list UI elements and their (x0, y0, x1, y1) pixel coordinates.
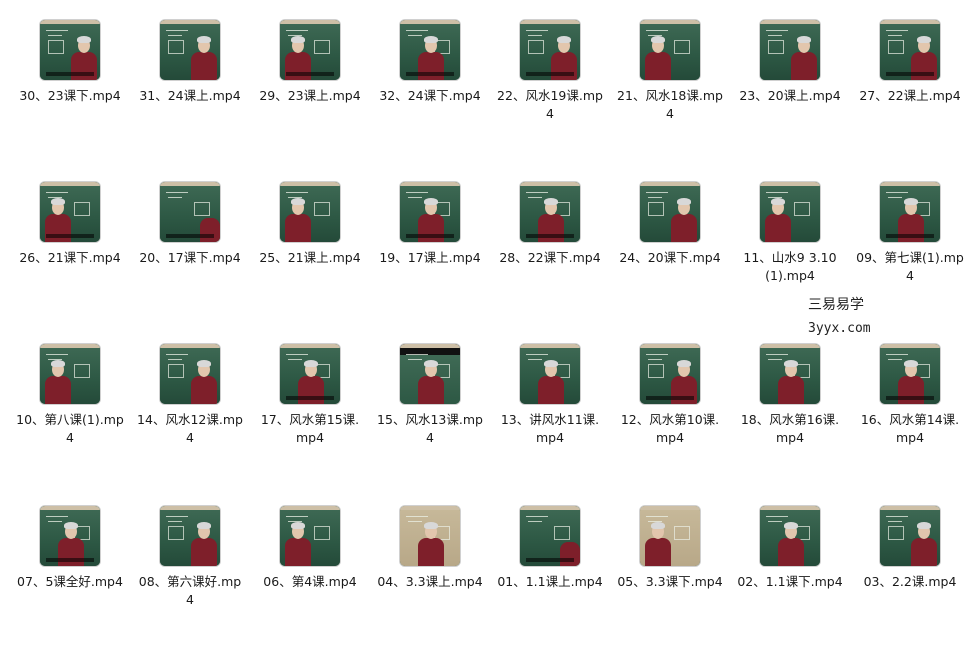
file-name[interactable]: 01、1.1课上.mp4 (495, 573, 605, 591)
file-name[interactable]: 32、24课下.mp4 (375, 87, 485, 105)
file-name[interactable]: 20、17课下.mp4 (135, 249, 245, 267)
video-thumbnail[interactable] (640, 182, 700, 242)
video-thumbnail[interactable] (760, 506, 820, 566)
file-name[interactable]: 29、23课上.mp4 (255, 87, 365, 105)
video-thumbnail[interactable] (520, 20, 580, 80)
file-name[interactable]: 14、风水12课.mp4 (135, 411, 245, 447)
file-item[interactable]: 01、1.1课上.mp4 (490, 506, 610, 668)
file-item[interactable]: 28、22课下.mp4 (490, 182, 610, 344)
file-name[interactable]: 02、1.1课下.mp4 (735, 573, 845, 591)
video-thumbnail[interactable] (880, 20, 940, 80)
file-name[interactable]: 05、3.3课下.mp4 (615, 573, 725, 591)
file-item[interactable]: 19、17课上.mp4 (370, 182, 490, 344)
video-thumbnail[interactable] (280, 506, 340, 566)
file-item[interactable]: 03、2.2课.mp4 (850, 506, 969, 668)
file-name[interactable]: 16、风水第14课.mp4 (855, 411, 965, 447)
video-thumbnail[interactable] (520, 506, 580, 566)
file-name[interactable]: 26、21课下.mp4 (15, 249, 125, 267)
file-name[interactable]: 27、22课上.mp4 (855, 87, 965, 105)
video-thumbnail[interactable] (880, 506, 940, 566)
file-item[interactable]: 17、风水第15课.mp4 (250, 344, 370, 506)
file-item[interactable]: 16、风水第14课.mp4 (850, 344, 969, 506)
file-name[interactable]: 13、讲风水11课.mp4 (495, 411, 605, 447)
video-thumbnail[interactable] (160, 344, 220, 404)
file-item[interactable]: 12、风水第10课.mp4 (610, 344, 730, 506)
file-item[interactable]: 18、风水第16课.mp4 (730, 344, 850, 506)
video-thumbnail[interactable] (160, 20, 220, 80)
file-item[interactable]: 30、23课下.mp4 (10, 20, 130, 182)
video-thumbnail[interactable] (40, 506, 100, 566)
file-item[interactable]: 32、24课下.mp4 (370, 20, 490, 182)
video-thumbnail[interactable] (640, 344, 700, 404)
video-thumbnail[interactable] (280, 182, 340, 242)
video-thumbnail[interactable] (400, 20, 460, 80)
video-thumbnail[interactable] (40, 344, 100, 404)
file-item[interactable]: 04、3.3课上.mp4 (370, 506, 490, 668)
file-name[interactable]: 11、山水9 3.10(1).mp4 (735, 249, 845, 285)
video-thumbnail[interactable] (640, 506, 700, 566)
file-item[interactable]: 27、22课上.mp4 (850, 20, 969, 182)
video-thumbnail[interactable] (280, 20, 340, 80)
file-name[interactable]: 30、23课下.mp4 (15, 87, 125, 105)
file-name[interactable]: 24、20课下.mp4 (615, 249, 725, 267)
file-item[interactable]: 22、风水19课.mp4 (490, 20, 610, 182)
video-thumbnail[interactable] (760, 182, 820, 242)
file-name[interactable]: 21、风水18课.mp4 (615, 87, 725, 123)
video-thumbnail[interactable] (160, 506, 220, 566)
file-name[interactable]: 09、第七课(1).mp4 (855, 249, 965, 285)
video-thumbnail[interactable] (40, 182, 100, 242)
file-item[interactable]: 26、21课下.mp4 (10, 182, 130, 344)
file-name[interactable]: 25、21课上.mp4 (255, 249, 365, 267)
file-name[interactable]: 31、24课上.mp4 (135, 87, 245, 105)
file-grid: 30、23课下.mp4 31、24课上.mp4 29、23课上.mp4 32、24课下… (10, 20, 969, 668)
file-name[interactable]: 28、22课下.mp4 (495, 249, 605, 267)
video-thumbnail[interactable] (520, 182, 580, 242)
file-item[interactable]: 08、第六课好.mp4 (130, 506, 250, 668)
file-name[interactable]: 07、5课全好.mp4 (15, 573, 125, 591)
file-name[interactable]: 22、风水19课.mp4 (495, 87, 605, 123)
file-name[interactable]: 08、第六课好.mp4 (135, 573, 245, 609)
file-item[interactable]: 14、风水12课.mp4 (130, 344, 250, 506)
video-thumbnail[interactable] (400, 344, 460, 404)
file-item[interactable]: 10、第八课(1).mp4 (10, 344, 130, 506)
file-item[interactable]: 31、24课上.mp4 (130, 20, 250, 182)
video-thumbnail[interactable] (880, 344, 940, 404)
file-name[interactable]: 06、第4课.mp4 (255, 573, 365, 591)
file-name[interactable]: 23、20课上.mp4 (735, 87, 845, 105)
file-name[interactable]: 03、2.2课.mp4 (855, 573, 965, 591)
watermark-title: 三易易学 (808, 297, 864, 313)
file-name[interactable]: 19、17课上.mp4 (375, 249, 485, 267)
video-thumbnail[interactable] (520, 344, 580, 404)
video-thumbnail[interactable] (880, 182, 940, 242)
file-name[interactable]: 18、风水第16课.mp4 (735, 411, 845, 447)
file-item[interactable]: 06、第4课.mp4 (250, 506, 370, 668)
file-item[interactable]: 15、风水13课.mp4 (370, 344, 490, 506)
video-thumbnail[interactable] (760, 344, 820, 404)
file-item[interactable]: 23、20课上.mp4 (730, 20, 850, 182)
video-thumbnail[interactable] (40, 20, 100, 80)
file-item[interactable]: 05、3.3课下.mp4 (610, 506, 730, 668)
watermark-url: 3yyx.com (808, 321, 871, 336)
file-name[interactable]: 12、风水第10课.mp4 (615, 411, 725, 447)
file-name[interactable]: 04、3.3课上.mp4 (375, 573, 485, 591)
video-thumbnail[interactable] (400, 506, 460, 566)
video-thumbnail[interactable] (640, 20, 700, 80)
file-name[interactable]: 15、风水13课.mp4 (375, 411, 485, 447)
file-item[interactable]: 02、1.1课下.mp4 (730, 506, 850, 668)
video-thumbnail[interactable] (160, 182, 220, 242)
file-item[interactable]: 25、21课上.mp4 (250, 182, 370, 344)
file-name[interactable]: 10、第八课(1).mp4 (15, 411, 125, 447)
video-thumbnail[interactable] (400, 182, 460, 242)
file-name[interactable]: 17、风水第15课.mp4 (255, 411, 365, 447)
video-thumbnail[interactable] (280, 344, 340, 404)
file-item[interactable]: 24、20课下.mp4 (610, 182, 730, 344)
watermark: 三易易学 3yyx.com (808, 294, 871, 340)
file-item[interactable]: 29、23课上.mp4 (250, 20, 370, 182)
file-item[interactable]: 20、17课下.mp4 (130, 182, 250, 344)
video-thumbnail[interactable] (760, 20, 820, 80)
file-item[interactable]: 21、风水18课.mp4 (610, 20, 730, 182)
file-item[interactable]: 13、讲风水11课.mp4 (490, 344, 610, 506)
file-item[interactable]: 07、5课全好.mp4 (10, 506, 130, 668)
